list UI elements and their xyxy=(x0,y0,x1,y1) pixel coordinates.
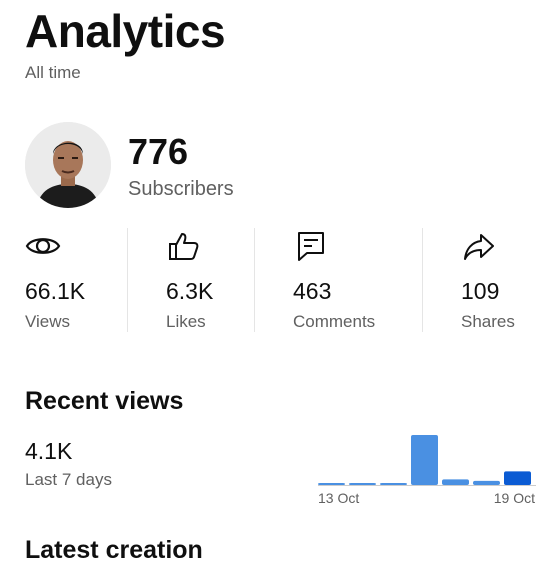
stat-comments[interactable]: 463 Comments xyxy=(293,228,413,332)
divider xyxy=(127,228,128,332)
likes-value: 6.3K xyxy=(166,278,214,304)
eye-icon xyxy=(25,228,61,264)
subscribers-label: Subscribers xyxy=(128,178,234,200)
chart-bar xyxy=(442,479,469,485)
comment-icon xyxy=(293,228,329,264)
chart-tick-label: 13 Oct xyxy=(318,490,359,506)
views-value: 66.1K xyxy=(25,278,86,304)
avatar[interactable] xyxy=(25,122,111,208)
period-label: All time xyxy=(25,63,81,82)
chart-tick-label: 19 Oct xyxy=(494,490,535,506)
bar-chart: 13 Oct 19 Oct xyxy=(318,435,536,506)
page-title: Analytics xyxy=(25,5,226,57)
stat-likes[interactable]: 6.3K Likes xyxy=(166,228,252,332)
comments-value: 463 xyxy=(293,278,332,304)
divider xyxy=(422,228,423,332)
chart-bar xyxy=(411,435,438,485)
recent-views-period: Last 7 days xyxy=(25,470,112,489)
shares-value: 109 xyxy=(461,278,500,304)
chart-bar xyxy=(504,471,531,485)
subscribers-count: 776 xyxy=(128,131,189,172)
chart-bar xyxy=(349,483,376,485)
likes-label: Likes xyxy=(166,312,206,331)
shares-label: Shares xyxy=(461,312,515,331)
chart-bar xyxy=(473,480,500,485)
recent-views-chart[interactable]: 13 Oct 19 Oct xyxy=(318,432,538,517)
chart-bar xyxy=(318,483,345,485)
share-icon xyxy=(461,228,497,264)
stat-views[interactable]: 66.1K Views xyxy=(25,228,125,332)
comments-label: Comments xyxy=(293,312,376,331)
latest-creation-title: Latest creation xyxy=(25,536,203,564)
views-label: Views xyxy=(25,312,71,331)
chart-bar xyxy=(380,483,407,485)
thumbs-up-icon xyxy=(166,228,202,264)
stat-shares[interactable]: 109 Shares xyxy=(461,228,551,332)
recent-views-title: Recent views xyxy=(25,387,184,415)
recent-views-value: 4.1K xyxy=(25,438,73,464)
divider xyxy=(254,228,255,332)
